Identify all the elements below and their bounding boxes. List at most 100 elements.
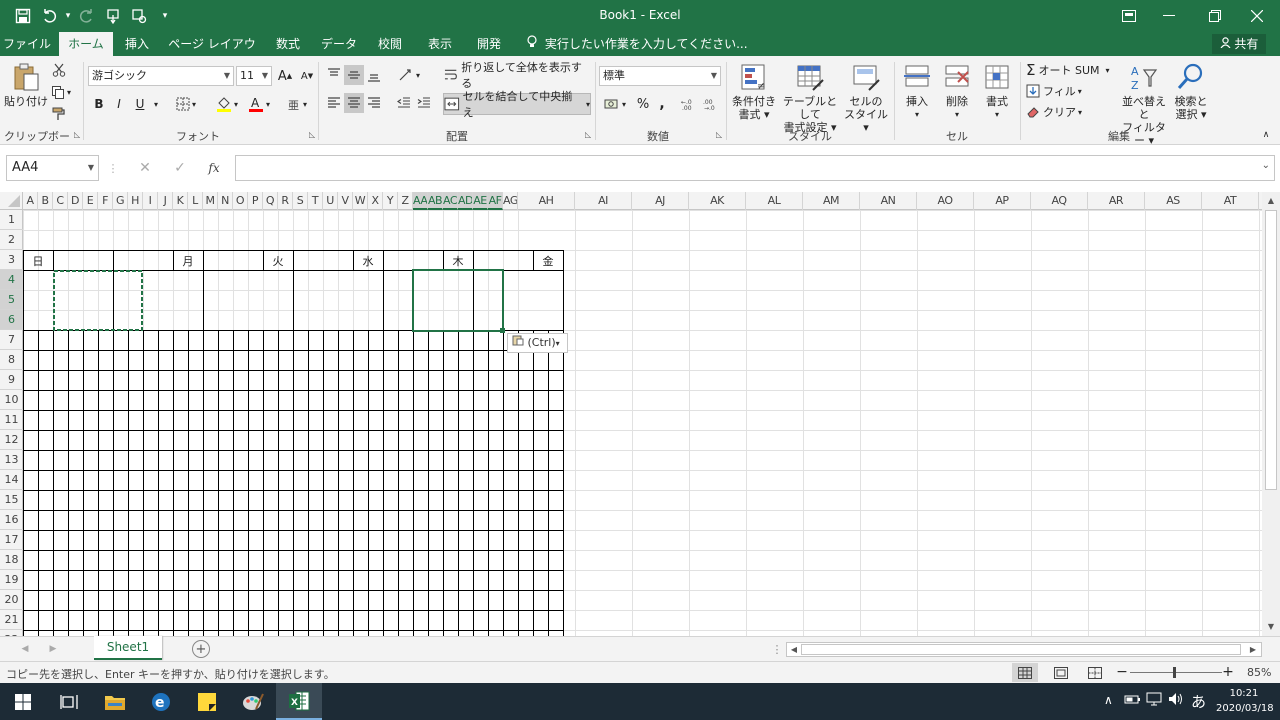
column-header-ad[interactable]: AD bbox=[458, 192, 473, 210]
number-format-combo[interactable]: 標準 ▼ bbox=[599, 66, 721, 86]
column-header-s[interactable]: S bbox=[293, 192, 308, 210]
column-header-aa[interactable]: AA bbox=[413, 192, 428, 210]
column-header-aj[interactable]: AJ bbox=[632, 192, 689, 210]
insert-function-button[interactable]: fx bbox=[203, 159, 225, 177]
select-all-button[interactable] bbox=[0, 192, 23, 210]
clear-format-icon[interactable] bbox=[126, 3, 152, 29]
normal-view-icon[interactable] bbox=[1012, 663, 1038, 682]
tab-split-icon[interactable]: ⋮ bbox=[772, 641, 783, 657]
tab-view[interactable]: 表示 bbox=[418, 32, 462, 56]
column-header-ai[interactable]: AI bbox=[575, 192, 632, 210]
column-header-l[interactable]: L bbox=[188, 192, 203, 210]
column-header-t[interactable]: T bbox=[308, 192, 323, 210]
column-header-c[interactable]: C bbox=[53, 192, 68, 210]
close-button[interactable] bbox=[1234, 0, 1280, 32]
row-header-3[interactable]: 3 bbox=[0, 250, 23, 270]
row-header-21[interactable]: 21 bbox=[0, 610, 23, 630]
fill-color-button[interactable]: ▾ bbox=[212, 94, 242, 114]
edge-browser-icon[interactable]: e bbox=[138, 683, 184, 720]
show-hidden-icons-icon[interactable]: ∧ bbox=[1104, 693, 1113, 707]
font-name-combo[interactable]: 游ゴシック ▼ bbox=[88, 66, 234, 86]
autosum-button[interactable]: Σ オート SUM ▾ bbox=[1026, 60, 1116, 80]
column-header-af[interactable]: AF bbox=[488, 192, 503, 210]
prev-sheet-icon[interactable]: ◀ bbox=[18, 641, 32, 657]
tab-insert[interactable]: 挿入 bbox=[115, 32, 159, 56]
scroll-down-icon[interactable]: ▼ bbox=[1264, 620, 1278, 634]
column-header-g[interactable]: G bbox=[113, 192, 128, 210]
decrease-indent-icon[interactable] bbox=[394, 93, 414, 113]
zoom-level[interactable]: 85% bbox=[1247, 666, 1271, 679]
column-header-e[interactable]: E bbox=[83, 192, 98, 210]
paste-button[interactable]: 貼り付け bbox=[4, 62, 48, 108]
decrease-decimal-icon[interactable]: .00 →.0 bbox=[702, 94, 722, 114]
row-header-16[interactable]: 16 bbox=[0, 510, 23, 530]
conditional-formatting-button[interactable]: ≠ 条件付き 書式 ▾ bbox=[730, 62, 778, 121]
row-header-10[interactable]: 10 bbox=[0, 390, 23, 410]
column-header-al[interactable]: AL bbox=[746, 192, 803, 210]
row-header-11[interactable]: 11 bbox=[0, 410, 23, 430]
column-header-k[interactable]: K bbox=[173, 192, 188, 210]
underline-button[interactable]: U bbox=[131, 94, 149, 114]
column-header-ac[interactable]: AC bbox=[443, 192, 458, 210]
wrap-text-button[interactable]: 折り返して全体を表示する bbox=[444, 61, 586, 90]
increase-indent-icon[interactable] bbox=[414, 93, 434, 113]
row-header-9[interactable]: 9 bbox=[0, 370, 23, 390]
column-header-o[interactable]: O bbox=[233, 192, 248, 210]
row-header-1[interactable]: 1 bbox=[0, 210, 23, 230]
tab-data[interactable]: データ bbox=[316, 32, 362, 56]
scroll-up-icon[interactable]: ▲ bbox=[1264, 194, 1278, 208]
find-select-button[interactable]: 検索と 選択 ▾ bbox=[1172, 62, 1210, 121]
column-header-at[interactable]: AT bbox=[1202, 192, 1259, 210]
zoom-slider-thumb[interactable] bbox=[1173, 667, 1176, 678]
page-break-view-icon[interactable] bbox=[1084, 663, 1106, 682]
column-header-an[interactable]: AN bbox=[860, 192, 917, 210]
tab-page-layout[interactable]: ページ レイアウト bbox=[163, 32, 261, 75]
scroll-left-icon[interactable]: ◀ bbox=[788, 643, 800, 656]
column-header-w[interactable]: W bbox=[353, 192, 368, 210]
row-header-17[interactable]: 17 bbox=[0, 530, 23, 550]
column-header-ak[interactable]: AK bbox=[689, 192, 746, 210]
name-box[interactable]: AA4 ▼ bbox=[6, 155, 99, 181]
format-as-table-button[interactable]: テーブルとして 書式設定 ▾ bbox=[778, 62, 842, 134]
tab-review[interactable]: 校閲 bbox=[368, 32, 412, 56]
row-header-12[interactable]: 12 bbox=[0, 430, 23, 450]
align-center-icon[interactable] bbox=[344, 93, 364, 113]
tell-me-box[interactable]: 実行したい作業を入力してください... bbox=[527, 32, 748, 56]
comma-button[interactable]: , bbox=[654, 94, 670, 114]
undo-dropdown-icon[interactable]: ▾ bbox=[62, 3, 74, 29]
column-header-d[interactable]: D bbox=[68, 192, 83, 210]
row-header-7[interactable]: 7 bbox=[0, 330, 23, 350]
column-header-ag[interactable]: AG bbox=[503, 192, 518, 210]
align-top-icon[interactable] bbox=[324, 65, 344, 85]
column-header-v[interactable]: V bbox=[338, 192, 353, 210]
format-cells-button[interactable]: 書式 ▾ bbox=[978, 62, 1016, 121]
horizontal-scroll-thumb[interactable] bbox=[801, 644, 1241, 655]
shrink-font-button[interactable]: A ▼ bbox=[298, 66, 316, 86]
sheet-tab[interactable]: Sheet1 bbox=[94, 636, 162, 660]
accounting-format-button[interactable]: ▾ bbox=[600, 94, 630, 114]
windows-start-icon[interactable] bbox=[0, 683, 46, 720]
ime-mode-indicator[interactable]: あ bbox=[1191, 691, 1206, 712]
minimize-button[interactable] bbox=[1146, 0, 1192, 32]
underline-dropdown-icon[interactable]: ▾ bbox=[150, 94, 162, 114]
row-header-6[interactable]: 6 bbox=[0, 310, 23, 330]
align-right-icon[interactable] bbox=[364, 93, 384, 113]
collapse-ribbon-icon[interactable]: ∧ bbox=[1258, 128, 1274, 142]
cancel-icon[interactable]: ✕ bbox=[135, 159, 155, 177]
cell-styles-button[interactable]: セルの スタイル ▾ bbox=[842, 62, 890, 134]
number-launcher-icon[interactable]: ◺ bbox=[716, 130, 722, 139]
align-middle-icon[interactable] bbox=[344, 65, 364, 85]
paint-icon[interactable] bbox=[230, 683, 276, 720]
percent-button[interactable]: % bbox=[634, 94, 652, 114]
column-header-y[interactable]: Y bbox=[383, 192, 398, 210]
bold-button[interactable]: B bbox=[90, 94, 108, 114]
column-header-r[interactable]: R bbox=[278, 192, 293, 210]
column-header-q[interactable]: Q bbox=[263, 192, 278, 210]
volume-icon[interactable] bbox=[1168, 692, 1184, 709]
row-header-18[interactable]: 18 bbox=[0, 550, 23, 570]
increase-decimal-icon[interactable]: ←.0.00 bbox=[680, 94, 700, 114]
format-painter-icon[interactable] bbox=[48, 104, 70, 124]
sticky-notes-icon[interactable] bbox=[184, 683, 230, 720]
orientation-button[interactable]: ▾ bbox=[394, 65, 424, 85]
column-header-u[interactable]: U bbox=[323, 192, 338, 210]
